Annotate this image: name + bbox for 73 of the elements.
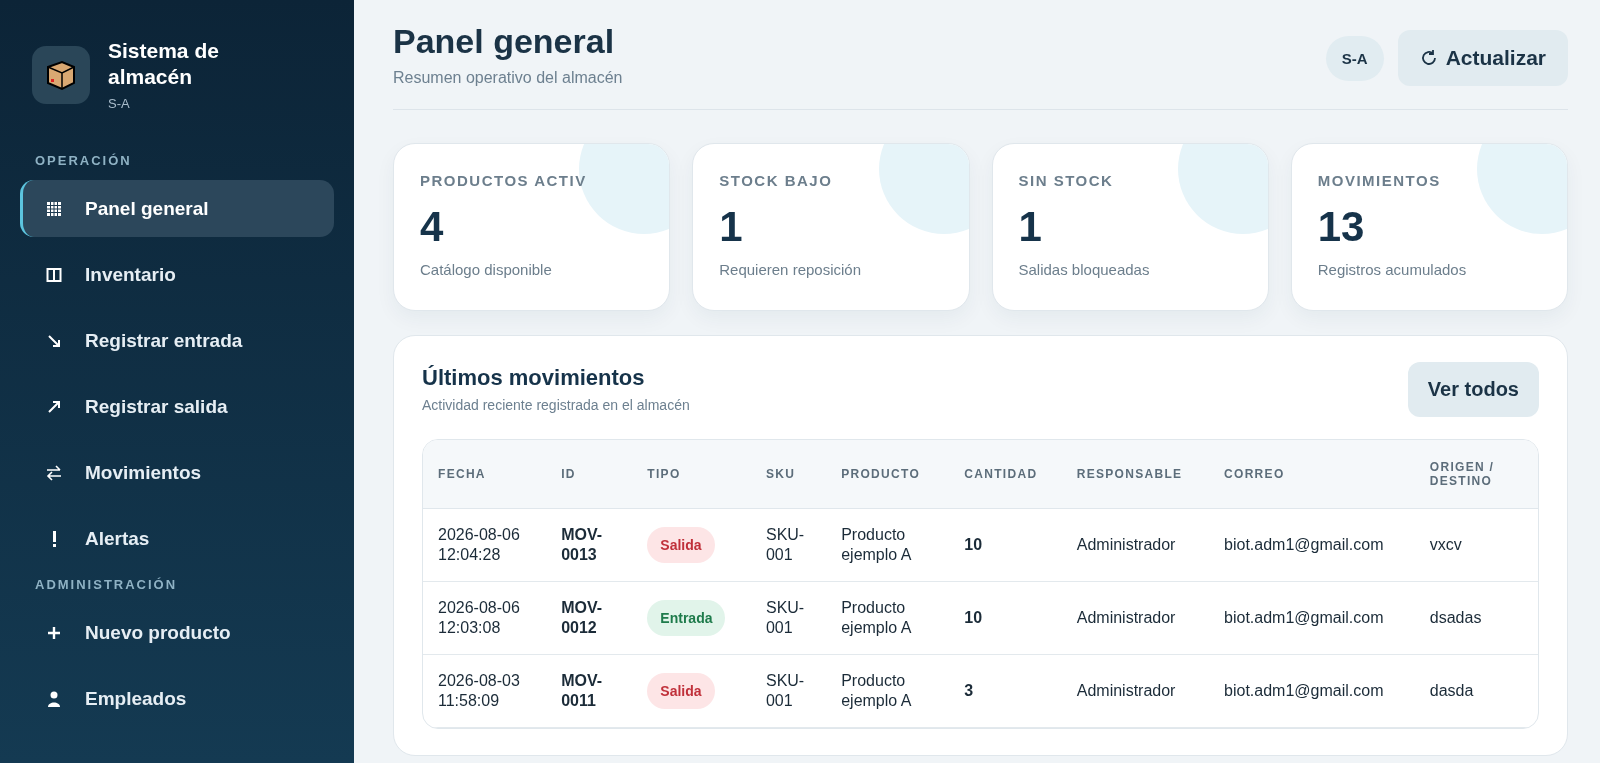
product-cell: Producto ejemplo A bbox=[826, 582, 950, 655]
product-cell: Producto ejemplo A bbox=[826, 509, 950, 582]
owner-cell: Administrador bbox=[1061, 582, 1210, 655]
column-header: ID bbox=[546, 440, 633, 509]
origin-cell: dasda bbox=[1414, 655, 1538, 728]
column-header: PRODUCTO bbox=[826, 440, 950, 509]
grid-icon bbox=[45, 199, 63, 218]
type-badge: Salida bbox=[647, 673, 715, 709]
nav-item[interactable]: Registrar entrada bbox=[20, 312, 334, 369]
column-header: ORIGEN / DESTINO bbox=[1414, 440, 1538, 509]
swap-arrows-icon bbox=[45, 463, 63, 482]
refresh-button[interactable]: Actualizar bbox=[1397, 30, 1568, 86]
sku-cell: SKU-001 bbox=[750, 509, 827, 582]
owner-cell: Administrador bbox=[1061, 509, 1210, 582]
stat-note: Registros acumulados bbox=[1317, 261, 1468, 278]
app-subtitle: S-A bbox=[108, 96, 131, 111]
date-cell: 2026-08-06 12:04:28 bbox=[423, 509, 547, 582]
quantity-cell: 3 bbox=[949, 655, 1062, 728]
sku-cell: SKU-001 bbox=[750, 582, 827, 655]
stat-label: MOVIMIENTOS bbox=[1317, 172, 1442, 189]
exclamation-icon bbox=[52, 529, 56, 548]
refresh-icon bbox=[1419, 49, 1438, 67]
stat-value: 1 bbox=[1018, 203, 1043, 251]
nav-item[interactable]: Registrar salida bbox=[20, 378, 334, 435]
type-badge: Salida bbox=[647, 527, 715, 563]
nav-item[interactable]: Inventario bbox=[20, 246, 334, 303]
stat-label: STOCK BAJO bbox=[719, 172, 834, 189]
owner-cell: Administrador bbox=[1061, 655, 1210, 728]
column-header: CANTIDAD bbox=[949, 440, 1062, 509]
person-icon bbox=[45, 689, 63, 708]
quantity-cell: 10 bbox=[949, 582, 1062, 655]
section-heading: OPERACIÓN bbox=[34, 153, 133, 168]
panel-title: Últimos movimientos bbox=[422, 365, 646, 391]
column-header: FECHA bbox=[423, 440, 547, 509]
panel-subtitle: Actividad reciente registrada en el almacén bbox=[422, 397, 690, 413]
origin-cell: dsadas bbox=[1414, 582, 1538, 655]
nav-item[interactable]: Nuevo producto bbox=[20, 604, 334, 661]
stat-label: SIN STOCK bbox=[1018, 172, 1115, 189]
stat-label: PRODUCTOS ACTIV bbox=[420, 172, 588, 189]
user-badge: S-A bbox=[1325, 35, 1384, 81]
email-cell: biot.adm1@gmail.com bbox=[1209, 509, 1415, 582]
product-cell: Producto ejemplo A bbox=[826, 655, 950, 728]
stat-value: 1 bbox=[719, 203, 744, 251]
section-heading: ADMINISTRACIÓN bbox=[34, 577, 179, 592]
stat-note: Salidas bloqueadas bbox=[1018, 261, 1151, 278]
date-cell: 2026-08-06 12:03:08 bbox=[423, 582, 547, 655]
column-header: CORREO bbox=[1209, 440, 1415, 509]
page-subtitle: Resumen operativo del almacén bbox=[393, 69, 623, 87]
stat-value: 4 bbox=[420, 203, 445, 251]
view-all-button[interactable]: Ver todos bbox=[1407, 362, 1539, 417]
id-cell: MOV-0013 bbox=[546, 509, 633, 582]
stat-value: 13 bbox=[1317, 203, 1366, 251]
quantity-cell: 10 bbox=[949, 509, 1062, 582]
nav-item[interactable]: Empleados bbox=[20, 670, 334, 727]
page-title: Panel general bbox=[393, 22, 616, 61]
app-title: Sistema de almacén bbox=[108, 38, 220, 90]
id-cell: MOV-0011 bbox=[546, 655, 633, 728]
email-cell: biot.adm1@gmail.com bbox=[1209, 582, 1415, 655]
sku-cell: SKU-001 bbox=[750, 655, 827, 728]
column-header: SKU bbox=[750, 440, 827, 509]
nav-item[interactable]: Alertas bbox=[20, 510, 334, 567]
id-cell: MOV-0012 bbox=[546, 582, 633, 655]
nav-item[interactable]: Panel general bbox=[20, 180, 334, 237]
columns-icon bbox=[45, 265, 63, 284]
stat-note: Requieren reposición bbox=[719, 261, 862, 278]
email-cell: biot.adm1@gmail.com bbox=[1209, 655, 1415, 728]
column-header: TIPO bbox=[632, 440, 751, 509]
date-cell: 2026-08-03 11:58:09 bbox=[423, 655, 547, 728]
type-badge: Entrada bbox=[647, 600, 726, 636]
stat-note: Catálogo disponible bbox=[420, 261, 553, 278]
column-header: RESPONSABLE bbox=[1061, 440, 1210, 509]
nav-item[interactable]: Movimientos bbox=[20, 444, 334, 501]
origin-cell: vxcv bbox=[1414, 509, 1538, 582]
